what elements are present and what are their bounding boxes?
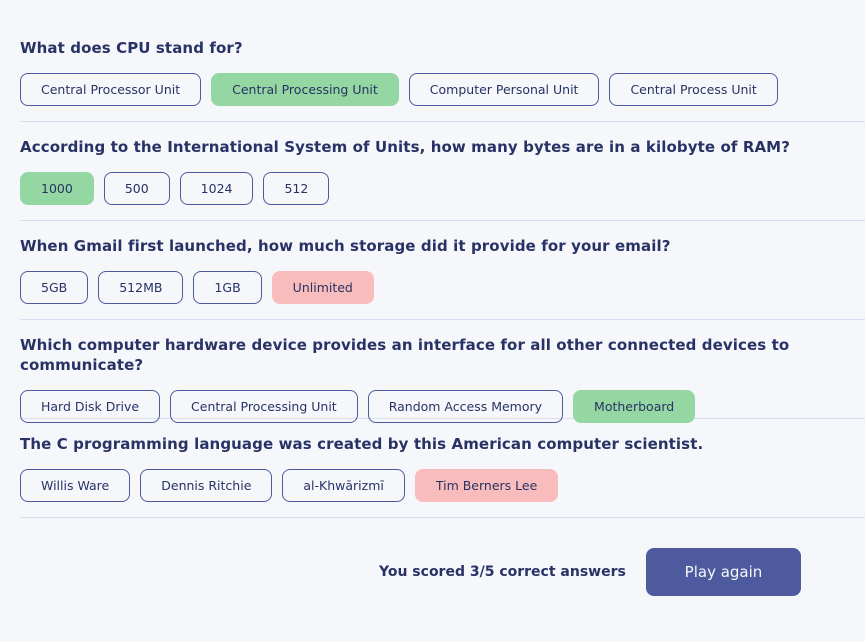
question-block-1: What does CPU stand for? Central Process… (20, 23, 865, 122)
answer-option[interactable]: Motherboard (573, 390, 696, 423)
quiz-list: What does CPU stand for? Central Process… (20, 23, 865, 518)
question-block-3: When Gmail first launched, how much stor… (20, 221, 865, 320)
answer-option[interactable]: al-Khwārizmī (282, 469, 405, 502)
question-text: The C programming language was created b… (20, 435, 704, 453)
answer-option[interactable]: 1GB (193, 271, 262, 304)
answer-option[interactable]: Central Process Unit (609, 73, 778, 106)
question-block-2: According to the International System of… (20, 122, 865, 221)
question-text: According to the International System of… (20, 138, 791, 156)
answer-option[interactable]: Central Processing Unit (211, 73, 399, 106)
answer-option[interactable]: 512 (263, 172, 330, 205)
results-footer: You scored 3/5 correct answers Play agai… (0, 548, 865, 596)
question-text: What does CPU stand for? (20, 39, 243, 57)
play-again-button[interactable]: Play again (646, 548, 801, 596)
question-text: When Gmail first launched, how much stor… (20, 237, 671, 255)
question-block-4: Which computer hardware device provides … (20, 320, 865, 423)
answer-option[interactable]: Random Access Memory (367, 390, 564, 423)
answer-option[interactable]: 1000 (20, 172, 94, 205)
answer-option[interactable]: 500 (103, 172, 170, 205)
answer-option[interactable]: Tim Berners Lee (414, 469, 559, 502)
answer-options: 1000 500 1024 512 (20, 172, 865, 205)
answer-option[interactable]: 512MB (98, 271, 184, 304)
answer-option[interactable]: 1024 (179, 172, 254, 205)
score-text: You scored 3/5 correct answers (379, 564, 626, 580)
answer-option[interactable]: Unlimited (271, 271, 374, 304)
answer-option[interactable]: Hard Disk Drive (20, 390, 161, 423)
answer-option[interactable]: Central Processing Unit (170, 390, 358, 423)
answer-option[interactable]: Central Processor Unit (20, 73, 202, 106)
question-block-5: The C programming language was created b… (20, 419, 865, 518)
answer-options: Central Processor Unit Central Processin… (20, 73, 865, 106)
question-text: Which computer hardware device provides … (20, 336, 790, 374)
answer-option[interactable]: 5GB (20, 271, 89, 304)
answer-option[interactable]: Dennis Ritchie (140, 469, 273, 502)
answer-options: Willis Ware Dennis Ritchie al-Khwārizmī … (20, 469, 865, 502)
answer-option[interactable]: Computer Personal Unit (408, 73, 600, 106)
answer-options: 5GB 512MB 1GB Unlimited (20, 271, 865, 304)
answer-option[interactable]: Willis Ware (20, 469, 131, 502)
